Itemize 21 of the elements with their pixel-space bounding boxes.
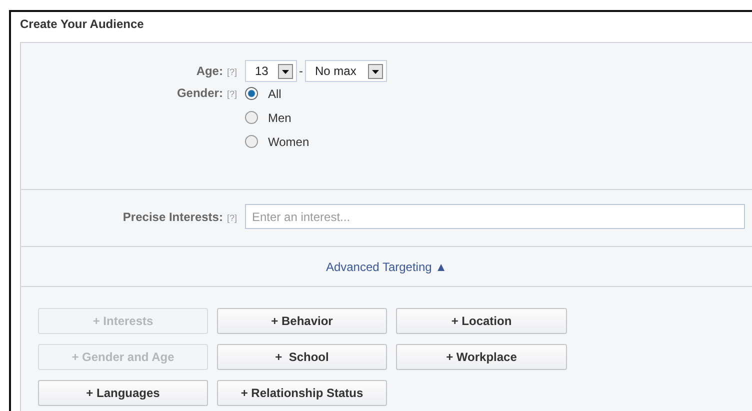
field-label: Precise Interests: xyxy=(122,210,223,224)
dropdown[interactable]: No max xyxy=(305,60,387,82)
add-filter-button[interactable]: + Relationship Status xyxy=(217,380,387,406)
radio-button[interactable] xyxy=(245,87,258,100)
dropdown[interactable]: 13 xyxy=(245,60,297,82)
radio-label[interactable]: All xyxy=(268,86,282,100)
add-filter-button[interactable]: + Workplace xyxy=(396,344,567,370)
dialog-title: Create Your Audience xyxy=(20,18,145,33)
advanced-targeting-link[interactable]: Advanced Targeting ▲ xyxy=(326,260,448,274)
add-filter-button[interactable]: + School xyxy=(217,344,387,370)
radio-button[interactable] xyxy=(245,135,258,148)
add-filter-button[interactable]: + Location xyxy=(396,308,567,334)
range-separator: - xyxy=(299,64,303,78)
field-label: Gender: xyxy=(176,86,223,100)
radio-label[interactable]: Women xyxy=(268,134,310,148)
field-label: Age: xyxy=(196,64,223,78)
add-filter-button[interactable]: + Languages xyxy=(38,380,208,406)
add-filter-button[interactable]: + Behavior xyxy=(217,308,387,334)
radio-button[interactable] xyxy=(245,111,258,124)
interest-input-field[interactable]: Enter an interest... xyxy=(245,204,745,229)
radio-label[interactable]: Men xyxy=(268,110,292,124)
